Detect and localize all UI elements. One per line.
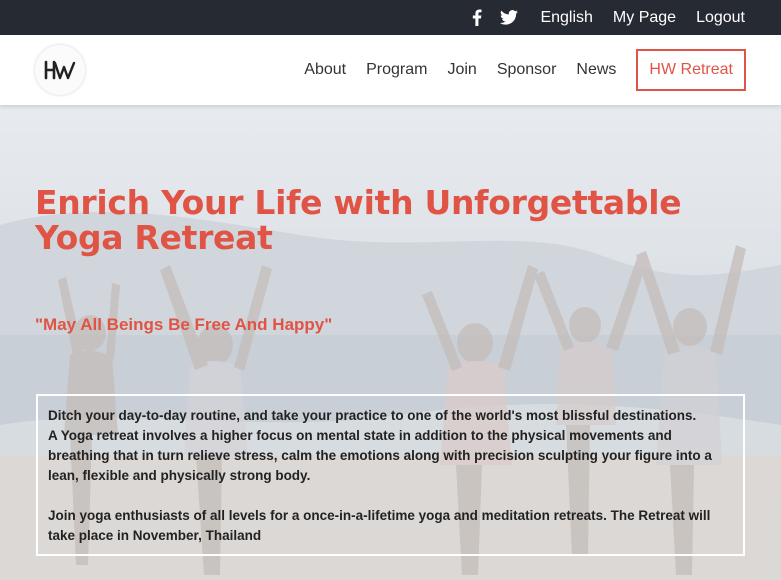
twitter-icon[interactable] [500, 10, 519, 25]
nav-news[interactable]: News [576, 61, 616, 79]
nav-about[interactable]: About [304, 61, 346, 79]
logo[interactable] [35, 45, 85, 95]
hero-quote: "May All Beings Be Free And Happy" [35, 315, 333, 334]
description-paragraph-2: Join yoga enthusiasts of all levels for … [48, 508, 711, 543]
nav-join[interactable]: Join [447, 61, 476, 79]
description-line-2: A Yoga retreat involves a higher focus o… [48, 428, 712, 483]
facebook-icon[interactable] [472, 9, 482, 26]
main-navbar: About Program Join Sponsor News HW Retre… [0, 35, 781, 105]
retreat-description-box: Ditch your day-to-day routine, and take … [36, 394, 745, 556]
description-paragraph-1: Ditch your day-to-day routine, and take … [48, 406, 733, 486]
hero-section: Enrich Your Life with Unforgettable Yoga… [0, 105, 781, 580]
social-links [472, 9, 519, 26]
top-bar: English My Page Logout [0, 0, 781, 35]
logo-mark [44, 60, 76, 80]
my-page-link[interactable]: My Page [613, 9, 676, 27]
nav-program[interactable]: Program [366, 61, 427, 79]
nav-sponsor[interactable]: Sponsor [497, 61, 557, 79]
hw-retreat-button[interactable]: HW Retreat [636, 49, 746, 91]
logout-link[interactable]: Logout [696, 9, 745, 27]
hero-title: Enrich Your Life with Unforgettable Yoga… [35, 183, 682, 257]
description-line-1: Ditch your day-to-day routine, and take … [48, 408, 697, 423]
nav-links: About Program Join Sponsor News HW Retre… [304, 49, 746, 91]
language-link[interactable]: English [540, 9, 592, 27]
